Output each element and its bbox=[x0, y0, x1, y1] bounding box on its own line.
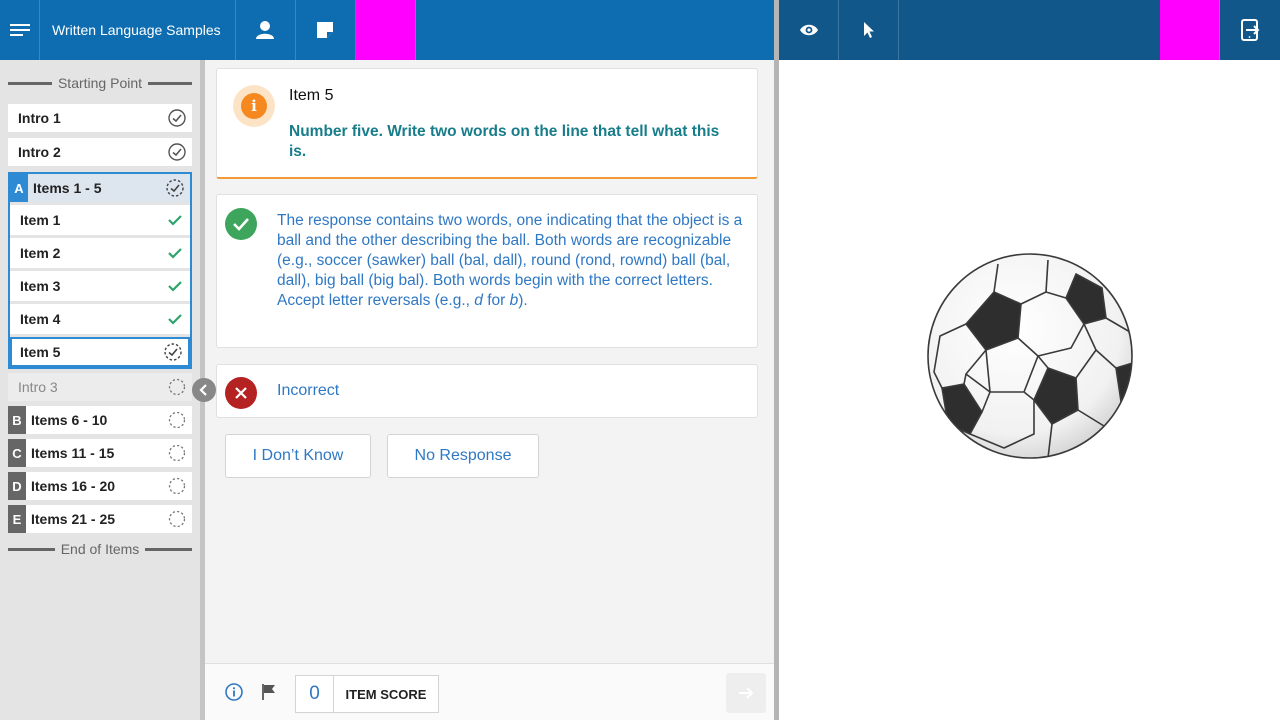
person-icon bbox=[256, 21, 275, 39]
not-started-icon bbox=[162, 411, 192, 429]
eye-icon bbox=[799, 24, 818, 36]
cursor-icon bbox=[863, 22, 874, 38]
sidebar-item-label: Intro 1 bbox=[18, 110, 61, 126]
complete-circle-icon bbox=[162, 143, 192, 161]
check-icon bbox=[160, 313, 190, 325]
sidebar-item-label: Item 2 bbox=[20, 245, 61, 261]
sidebar-item-item-4[interactable]: Item 4 bbox=[10, 304, 190, 334]
item-score-value: 0 bbox=[296, 676, 334, 712]
correct-response-criteria: The response contains two words, one ind… bbox=[277, 211, 747, 311]
sidebar-item-label: Intro 2 bbox=[18, 144, 61, 160]
end-of-items-footer: End of Items bbox=[8, 541, 192, 557]
arrow-right-icon bbox=[739, 687, 754, 699]
incorrect-label: Incorrect bbox=[277, 382, 340, 399]
not-started-icon bbox=[162, 477, 192, 495]
sidebar-item-intro-1[interactable]: Intro 1 bbox=[8, 104, 192, 132]
sidebar-item-intro-2[interactable]: Intro 2 bbox=[8, 138, 192, 166]
incorrect-x-icon bbox=[225, 377, 257, 409]
stimulus-panel bbox=[779, 60, 1280, 720]
item-score-label: ITEM SCORE bbox=[345, 686, 427, 702]
group-a: A Items 1 - 5 Item 1 Item 2 Item 3 Item … bbox=[8, 172, 192, 369]
flag-button[interactable] bbox=[261, 683, 277, 706]
info-outline-icon bbox=[225, 683, 243, 701]
end-of-items-label: End of Items bbox=[60, 541, 140, 557]
starting-point-header: Starting Point bbox=[8, 75, 192, 91]
item-prompt: Number five. Write two words on the line… bbox=[289, 123, 720, 160]
group-letter-badge: B bbox=[8, 406, 26, 434]
item-score-box: 0 ITEM SCORE bbox=[295, 675, 439, 713]
group-letter-badge: A bbox=[10, 174, 28, 202]
sidebar-item-item-5[interactable]: Item 5 bbox=[10, 337, 190, 367]
sidebar-item-label: Item 1 bbox=[20, 212, 61, 228]
sidebar-item-label: Intro 3 bbox=[18, 379, 58, 395]
note-icon bbox=[317, 22, 334, 38]
not-started-icon bbox=[162, 510, 192, 528]
group-letter-badge: E bbox=[8, 505, 26, 533]
collapse-sidebar-button[interactable] bbox=[192, 378, 216, 402]
info-badge: i bbox=[233, 85, 275, 127]
app-title: Written Language Samples bbox=[40, 0, 236, 60]
sidebar-group-c[interactable]: C Items 11 - 15 bbox=[8, 439, 192, 467]
group-label: Items 21 - 25 bbox=[31, 511, 116, 527]
top-toolbar: Written Language Samples bbox=[0, 0, 774, 60]
group-letter-badge: D bbox=[8, 472, 26, 500]
check-icon bbox=[160, 280, 190, 292]
info-icon: i bbox=[241, 93, 267, 119]
info-button[interactable] bbox=[225, 683, 243, 706]
in-progress-icon bbox=[160, 179, 190, 197]
notes-button[interactable] bbox=[296, 0, 356, 60]
sidebar-item-label: Item 5 bbox=[20, 344, 61, 360]
group-a-header[interactable]: A Items 1 - 5 bbox=[10, 174, 190, 202]
i-dont-know-button[interactable]: I Don’t Know bbox=[225, 434, 371, 478]
flag-icon bbox=[262, 684, 275, 700]
sidebar-item-intro-3[interactable]: Intro 3 bbox=[8, 373, 192, 401]
sidebar-group-e[interactable]: E Items 21 - 25 bbox=[8, 505, 192, 533]
item-title: Item 5 bbox=[289, 87, 334, 104]
in-progress-icon bbox=[158, 343, 188, 361]
menu-button[interactable] bbox=[0, 0, 40, 60]
examinee-button[interactable] bbox=[236, 0, 296, 60]
menu-icon bbox=[9, 24, 30, 36]
sidebar-item-item-3[interactable]: Item 3 bbox=[10, 271, 190, 301]
group-label: Items 16 - 20 bbox=[31, 478, 116, 494]
sidebar-item-label: Item 4 bbox=[20, 311, 61, 327]
not-started-icon bbox=[162, 378, 192, 396]
correct-check-icon bbox=[225, 208, 257, 240]
exit-tablet-icon bbox=[1241, 19, 1260, 41]
group-label: Items 11 - 15 bbox=[31, 445, 115, 461]
check-icon bbox=[160, 214, 190, 226]
chevron-left-icon bbox=[199, 384, 207, 396]
correct-response-option[interactable]: The response contains two words, one ind… bbox=[216, 194, 758, 348]
pointer-button[interactable] bbox=[839, 0, 899, 60]
exit-tablet-button[interactable] bbox=[1220, 0, 1280, 60]
sidebar-item-label: Item 3 bbox=[20, 278, 61, 294]
sidebar-group-d[interactable]: D Items 16 - 20 bbox=[8, 472, 192, 500]
group-label: Items 1 - 5 bbox=[33, 180, 102, 196]
check-icon bbox=[160, 247, 190, 259]
criteria-emphasis: b bbox=[509, 292, 519, 309]
not-started-icon bbox=[162, 444, 192, 462]
no-response-button[interactable]: No Response bbox=[387, 434, 539, 478]
starting-point-label: Starting Point bbox=[57, 75, 143, 91]
stimulus-toolbar bbox=[779, 0, 1280, 60]
preview-button[interactable] bbox=[779, 0, 839, 60]
item-prompt-card: i Item 5 Number five. Write two words on… bbox=[216, 68, 758, 179]
highlight-marker bbox=[355, 0, 416, 60]
sidebar-item-item-2[interactable]: Item 2 bbox=[10, 238, 190, 268]
criteria-text: for bbox=[482, 292, 510, 309]
item-footer: 0 ITEM SCORE bbox=[205, 663, 774, 720]
criteria-emphasis: d bbox=[474, 292, 483, 309]
highlight-marker-right bbox=[1160, 0, 1220, 60]
group-label: Items 6 - 10 bbox=[31, 412, 108, 428]
soccer-ball-image bbox=[927, 253, 1133, 459]
sidebar-group-b[interactable]: B Items 6 - 10 bbox=[8, 406, 192, 434]
complete-circle-icon bbox=[162, 109, 192, 127]
incorrect-response-option[interactable]: Incorrect bbox=[216, 364, 758, 418]
group-letter-badge: C bbox=[8, 439, 26, 467]
criteria-text: ). bbox=[518, 292, 528, 309]
sidebar-item-item-1[interactable]: Item 1 bbox=[10, 205, 190, 235]
next-item-button[interactable] bbox=[726, 673, 766, 713]
